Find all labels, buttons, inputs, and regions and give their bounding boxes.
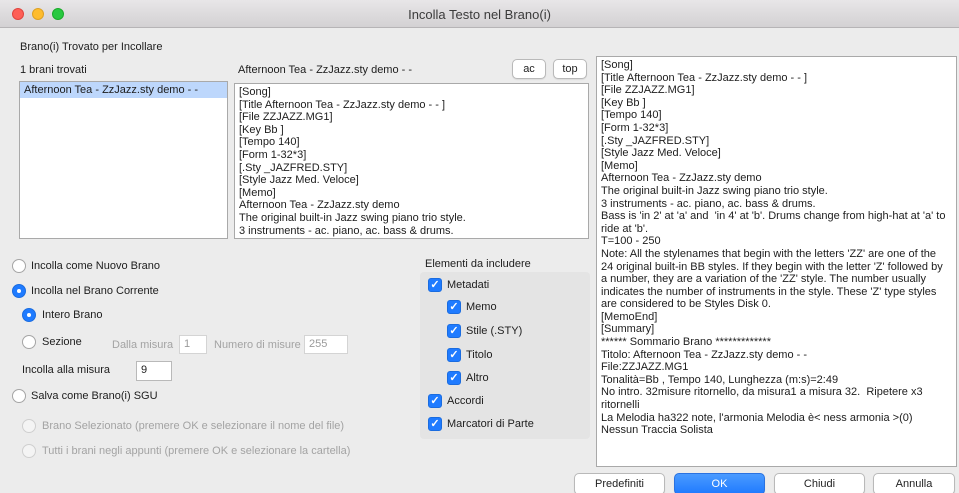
defaults-button[interactable]: Predefiniti [574,473,665,493]
selected-song-radio[interactable] [22,419,36,433]
text-line: 3 instruments - ac. piano, ac. bass & dr… [601,197,816,210]
text-line: The original built-in Jazz swing piano t… [601,184,828,197]
section-label: Sezione [42,336,82,348]
other-label: Altro [466,372,489,384]
cancel-button[interactable]: Annulla [873,473,955,493]
paste-new-song-label: Incolla come Nuovo Brano [31,260,161,272]
paste-at-bar-field[interactable]: 9 [136,361,172,381]
save-sgu-radio[interactable] [12,389,26,403]
from-bar-label: Dalla misura [112,339,174,351]
close-button[interactable]: Chiudi [774,473,865,493]
text-line: La Melodia ha322 note, l'armonia Melodia… [601,411,913,424]
text-line: [Title Afternoon Tea - ZzJazz.sty demo -… [601,71,808,84]
paste-current-song-label: Incolla nel Brano Corrente [31,285,159,297]
text-line: ride at 'b'. [601,222,649,235]
metadata-checkbox[interactable]: ✓ [428,278,442,292]
paste-new-song-radio[interactable] [12,259,26,273]
text-line: [Memo] [601,159,638,172]
text-line: are considered to be Styles Disk 0. [601,298,771,311]
chords-checkbox[interactable]: ✓ [428,394,442,408]
preview-title: Afternoon Tea - ZzJazz.sty demo - - [238,64,413,76]
preview-line: The original built-in Jazz swing piano t… [239,211,466,224]
text-line: [.Sty _JAZFRED.STY] [601,134,710,147]
preview-line: [File ZZJAZZ.MG1] [239,111,333,124]
all-songs-radio[interactable] [22,444,36,458]
preview-line: [Memo] [239,186,276,199]
preview-line: [Style Jazz Med. Veloce] [239,174,359,187]
text-line: No intro. 32misure ritornello, da misura… [601,386,923,399]
memo-checkbox[interactable]: ✓ [447,300,461,314]
full-text-area[interactable]: [Song] [Title Afternoon Tea - ZzJazz.sty… [596,56,957,467]
section-radio[interactable] [22,335,36,349]
preview-line: [Tempo 140] [239,136,300,149]
paste-at-bar-label: Incolla alla misura [22,364,111,376]
num-bars-label: Numero di misure [214,339,301,351]
whole-song-radio[interactable] [22,308,36,322]
memo-label: Memo [466,301,497,313]
text-line: a number, they are a variation of the 'Z… [601,273,926,286]
text-line: File:ZZJAZZ.MG1 [601,361,689,374]
preview-line: [Song] [239,86,271,98]
other-checkbox[interactable]: ✓ [447,371,461,385]
top-button[interactable]: top [553,59,587,79]
metadata-label: Metadati [447,279,490,291]
preview-line: [Title Afternoon Tea - ZzJazz.sty demo -… [239,98,446,111]
from-bar-field[interactable]: 1 [179,335,207,354]
preview-line: Afternoon Tea - ZzJazz.sty demo [239,199,400,212]
preview-text-area[interactable]: [Song] [Title Afternoon Tea - ZzJazz.sty… [234,83,589,239]
whole-song-label: Intero Brano [42,309,103,321]
preview-line: [Form 1-32*3] [239,148,307,161]
text-line: Bass is 'in 2' at 'a' and 'in 4' at 'b'.… [601,210,946,223]
text-line: Note: All the stylenames that begin with… [601,247,936,260]
text-line: [MemoEnd] [601,310,658,323]
text-line: Titolo: Afternoon Tea - ZzJazz.sty demo … [601,348,808,361]
include-title: Elementi da includere [425,258,531,270]
paste-current-song-radio[interactable] [12,284,26,298]
text-line: T=100 - 250 [601,235,661,248]
preview-line: 3 instruments - ac. piano, ac. bass & dr… [239,224,454,237]
include-group [420,272,590,439]
save-sgu-label: Salva come Brano(i) SGU [31,390,158,402]
songs-list[interactable]: Afternoon Tea - ZzJazz.sty demo - - [19,81,228,239]
text-line: [Song] [601,59,633,71]
text-line: Afternoon Tea - ZzJazz.sty demo [601,172,762,185]
ac-button[interactable]: ac [512,59,546,79]
ok-button[interactable]: OK [674,473,765,493]
selected-song-label: Brano Selezionato (premere OK e selezion… [42,420,345,432]
title-bar: Incolla Testo nel Brano(i) [0,0,959,28]
text-line: Tonalità=Bb , Tempo 140, Lunghezza (m:s)… [601,373,839,386]
style-label: Stile (.STY) [466,325,523,337]
text-line: [File ZZJAZZ.MG1] [601,84,695,97]
text-line: [Key Bb ] [601,96,646,109]
songs-count-label: 1 brani trovati [20,64,87,76]
list-item[interactable]: Afternoon Tea - ZzJazz.sty demo - - [20,82,227,98]
part-markers-checkbox[interactable]: ✓ [428,417,442,431]
preview-line: [.Sty _JAZFRED.STY] [239,161,348,174]
style-checkbox[interactable]: ✓ [447,324,461,338]
title-label: Titolo [466,349,493,361]
section-title: Brano(i) Trovato per Incollare [20,41,163,53]
text-line: [Form 1-32*3] [601,121,669,134]
chords-label: Accordi [447,395,484,407]
text-line: [Summary] [601,323,655,336]
window-title: Incolla Testo nel Brano(i) [408,7,551,22]
text-line: ****** Sommario Brano ************* [601,336,771,349]
text-line: [Tempo 140] [601,109,662,122]
text-line: [Style Jazz Med. Veloce] [601,147,721,160]
num-bars-field[interactable]: 255 [304,335,348,354]
part-markers-label: Marcatori di Parte [447,418,534,430]
preview-line: [Key Bb ] [239,123,284,136]
text-line: indicates the number of instruments in t… [601,285,937,298]
text-line: Nessun Traccia Solista [601,424,713,437]
text-line: 24 original built-in BB styles. If they … [601,260,943,273]
title-checkbox[interactable]: ✓ [447,348,461,362]
text-line: ritornelli [601,399,640,412]
all-songs-label: Tutti i brani negli appunti (premere OK … [42,445,351,457]
